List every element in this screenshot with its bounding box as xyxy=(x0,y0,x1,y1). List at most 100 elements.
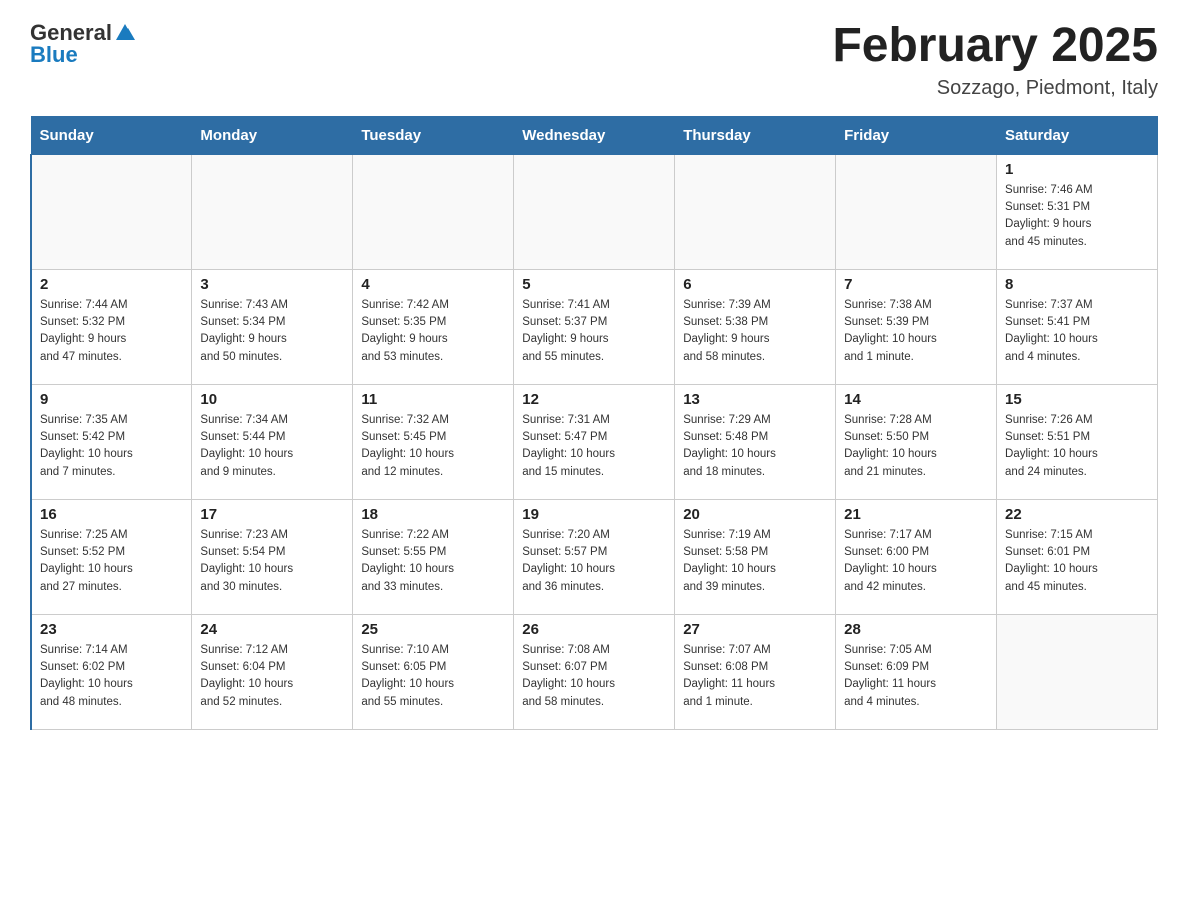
calendar-cell: 8 Sunrise: 7:37 AM Sunset: 5:41 PM Daylig… xyxy=(997,269,1158,384)
day-header-saturday: Saturday xyxy=(997,116,1158,154)
calendar-cell: 14 Sunrise: 7:28 AM Sunset: 5:50 PM Dayli… xyxy=(836,384,997,499)
day-info: Sunrise: 7:08 AM Sunset: 6:07 PM Dayligh… xyxy=(522,642,666,711)
day-info: Sunrise: 7:32 AM Sunset: 5:45 PM Dayligh… xyxy=(361,412,505,481)
day-number: 13 xyxy=(683,391,827,408)
day-info: Sunrise: 7:41 AM Sunset: 5:37 PM Dayligh… xyxy=(522,297,666,366)
day-number: 3 xyxy=(200,276,344,293)
calendar-cell: 16 Sunrise: 7:25 AM Sunset: 5:52 PM Dayli… xyxy=(31,499,192,614)
calendar-cell: 28 Sunrise: 7:05 AM Sunset: 6:09 PM Dayli… xyxy=(836,614,997,729)
day-info: Sunrise: 7:23 AM Sunset: 5:54 PM Dayligh… xyxy=(200,527,344,596)
day-number: 19 xyxy=(522,506,666,523)
calendar-cell xyxy=(997,614,1158,729)
day-header-sunday: Sunday xyxy=(31,116,192,154)
day-number: 18 xyxy=(361,506,505,523)
calendar-week-row: 9Sunrise: 7:35 AM Sunset: 5:42 PM Daylig… xyxy=(31,384,1158,499)
day-info: Sunrise: 7:38 AM Sunset: 5:39 PM Dayligh… xyxy=(844,297,988,366)
calendar-week-row: 16 Sunrise: 7:25 AM Sunset: 5:52 PM Dayli… xyxy=(31,499,1158,614)
day-info: Sunrise: 7:37 AM Sunset: 5:41 PM Dayligh… xyxy=(1005,297,1149,366)
calendar-cell: 15Sunrise: 7:26 AM Sunset: 5:51 PM Dayli… xyxy=(997,384,1158,499)
calendar-cell: 12 Sunrise: 7:31 AM Sunset: 5:47 PM Dayli… xyxy=(514,384,675,499)
day-info: Sunrise: 7:22 AM Sunset: 5:55 PM Dayligh… xyxy=(361,527,505,596)
day-header-tuesday: Tuesday xyxy=(353,116,514,154)
calendar-cell: 19Sunrise: 7:20 AM Sunset: 5:57 PM Dayli… xyxy=(514,499,675,614)
day-number: 11 xyxy=(361,391,505,408)
day-info: Sunrise: 7:34 AM Sunset: 5:44 PM Dayligh… xyxy=(200,412,344,481)
calendar-cell: 22 Sunrise: 7:15 AM Sunset: 6:01 PM Dayli… xyxy=(997,499,1158,614)
day-number: 14 xyxy=(844,391,988,408)
calendar-cell xyxy=(353,154,514,269)
day-info: Sunrise: 7:28 AM Sunset: 5:50 PM Dayligh… xyxy=(844,412,988,481)
day-info: Sunrise: 7:31 AM Sunset: 5:47 PM Dayligh… xyxy=(522,412,666,481)
calendar-body: 1 Sunrise: 7:46 AM Sunset: 5:31 PM Daylig… xyxy=(31,154,1158,729)
calendar-cell: 6 Sunrise: 7:39 AM Sunset: 5:38 PM Daylig… xyxy=(675,269,836,384)
day-number: 6 xyxy=(683,276,827,293)
calendar-cell: 10 Sunrise: 7:34 AM Sunset: 5:44 PM Dayli… xyxy=(192,384,353,499)
day-header-wednesday: Wednesday xyxy=(514,116,675,154)
day-number: 5 xyxy=(522,276,666,293)
day-info: Sunrise: 7:35 AM Sunset: 5:42 PM Dayligh… xyxy=(40,412,183,481)
day-info: Sunrise: 7:19 AM Sunset: 5:58 PM Dayligh… xyxy=(683,527,827,596)
day-header-thursday: Thursday xyxy=(675,116,836,154)
day-header-friday: Friday xyxy=(836,116,997,154)
day-info: Sunrise: 7:05 AM Sunset: 6:09 PM Dayligh… xyxy=(844,642,988,711)
day-number: 26 xyxy=(522,621,666,638)
day-number: 7 xyxy=(844,276,988,293)
calendar-cell: 20 Sunrise: 7:19 AM Sunset: 5:58 PM Dayli… xyxy=(675,499,836,614)
day-number: 1 xyxy=(1005,161,1149,178)
calendar-cell: 23 Sunrise: 7:14 AM Sunset: 6:02 PM Dayli… xyxy=(31,614,192,729)
day-info: Sunrise: 7:17 AM Sunset: 6:00 PM Dayligh… xyxy=(844,527,988,596)
calendar-cell: 27 Sunrise: 7:07 AM Sunset: 6:08 PM Dayli… xyxy=(675,614,836,729)
day-info: Sunrise: 7:29 AM Sunset: 5:48 PM Dayligh… xyxy=(683,412,827,481)
day-number: 27 xyxy=(683,621,827,638)
day-info: Sunrise: 7:07 AM Sunset: 6:08 PM Dayligh… xyxy=(683,642,827,711)
logo-icon xyxy=(114,22,136,44)
day-number: 10 xyxy=(200,391,344,408)
days-header-row: SundayMondayTuesdayWednesdayThursdayFrid… xyxy=(31,116,1158,154)
title-block: February 2025 Sozzago, Piedmont, Italy xyxy=(832,20,1158,100)
calendar-cell: 7 Sunrise: 7:38 AM Sunset: 5:39 PM Daylig… xyxy=(836,269,997,384)
day-info: Sunrise: 7:46 AM Sunset: 5:31 PM Dayligh… xyxy=(1005,182,1149,251)
month-title: February 2025 xyxy=(832,20,1158,73)
calendar-cell xyxy=(836,154,997,269)
day-number: 24 xyxy=(200,621,344,638)
location: Sozzago, Piedmont, Italy xyxy=(832,77,1158,100)
day-number: 22 xyxy=(1005,506,1149,523)
calendar-cell: 18 Sunrise: 7:22 AM Sunset: 5:55 PM Dayli… xyxy=(353,499,514,614)
calendar-cell: 24 Sunrise: 7:12 AM Sunset: 6:04 PM Dayli… xyxy=(192,614,353,729)
calendar-week-row: 23 Sunrise: 7:14 AM Sunset: 6:02 PM Dayli… xyxy=(31,614,1158,729)
page-header: General Blue February 2025 Sozzago, Pied… xyxy=(30,20,1158,100)
calendar-cell: 4 Sunrise: 7:42 AM Sunset: 5:35 PM Daylig… xyxy=(353,269,514,384)
calendar-week-row: 2 Sunrise: 7:44 AM Sunset: 5:32 PM Daylig… xyxy=(31,269,1158,384)
calendar-cell xyxy=(192,154,353,269)
logo: General Blue xyxy=(30,20,136,68)
calendar-week-row: 1 Sunrise: 7:46 AM Sunset: 5:31 PM Daylig… xyxy=(31,154,1158,269)
day-info: Sunrise: 7:14 AM Sunset: 6:02 PM Dayligh… xyxy=(40,642,183,711)
day-number: 21 xyxy=(844,506,988,523)
logo-blue: Blue xyxy=(30,42,78,68)
calendar-cell: 5 Sunrise: 7:41 AM Sunset: 5:37 PM Daylig… xyxy=(514,269,675,384)
calendar-table: SundayMondayTuesdayWednesdayThursdayFrid… xyxy=(30,116,1158,730)
day-info: Sunrise: 7:39 AM Sunset: 5:38 PM Dayligh… xyxy=(683,297,827,366)
day-info: Sunrise: 7:12 AM Sunset: 6:04 PM Dayligh… xyxy=(200,642,344,711)
day-number: 12 xyxy=(522,391,666,408)
calendar-cell xyxy=(514,154,675,269)
day-number: 8 xyxy=(1005,276,1149,293)
day-info: Sunrise: 7:15 AM Sunset: 6:01 PM Dayligh… xyxy=(1005,527,1149,596)
day-number: 20 xyxy=(683,506,827,523)
calendar-cell: 1 Sunrise: 7:46 AM Sunset: 5:31 PM Daylig… xyxy=(997,154,1158,269)
calendar-cell: 21 Sunrise: 7:17 AM Sunset: 6:00 PM Dayli… xyxy=(836,499,997,614)
calendar-cell xyxy=(31,154,192,269)
day-number: 28 xyxy=(844,621,988,638)
day-number: 16 xyxy=(40,506,183,523)
day-number: 17 xyxy=(200,506,344,523)
calendar-cell: 17 Sunrise: 7:23 AM Sunset: 5:54 PM Dayli… xyxy=(192,499,353,614)
day-info: Sunrise: 7:42 AM Sunset: 5:35 PM Dayligh… xyxy=(361,297,505,366)
day-number: 2 xyxy=(40,276,183,293)
day-number: 15 xyxy=(1005,391,1149,408)
day-info: Sunrise: 7:43 AM Sunset: 5:34 PM Dayligh… xyxy=(200,297,344,366)
day-info: Sunrise: 7:44 AM Sunset: 5:32 PM Dayligh… xyxy=(40,297,183,366)
day-number: 23 xyxy=(40,621,183,638)
day-number: 4 xyxy=(361,276,505,293)
day-info: Sunrise: 7:25 AM Sunset: 5:52 PM Dayligh… xyxy=(40,527,183,596)
calendar-cell: 25Sunrise: 7:10 AM Sunset: 6:05 PM Dayli… xyxy=(353,614,514,729)
